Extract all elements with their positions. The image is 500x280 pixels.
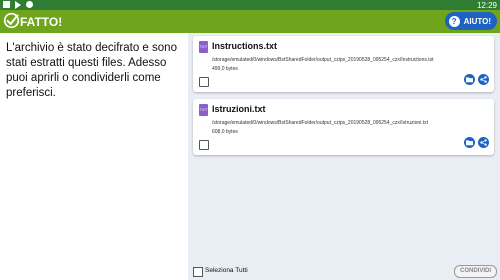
text-file-icon: TXT <box>199 41 208 53</box>
file-checkbox[interactable] <box>199 77 209 87</box>
message-pane: L'archivio è stato decifrato e sono stat… <box>0 33 188 280</box>
folder-icon <box>466 77 473 83</box>
open-folder-button[interactable] <box>464 74 475 85</box>
file-size: 499,0 bytes <box>212 66 238 72</box>
notification-icon <box>3 1 10 8</box>
help-label: AIUTO! <box>463 16 491 26</box>
help-button[interactable]: ? AIUTO! <box>444 12 497 30</box>
app-title: FATTO! <box>20 15 63 29</box>
share-file-button[interactable] <box>478 74 489 85</box>
file-path: /storage/emulated/0/windows/BstSharedFol… <box>212 120 428 126</box>
check-circle-icon <box>3 12 20 29</box>
file-card[interactable]: TXT Instructions.txt /storage/emulated/0… <box>193 36 494 92</box>
folder-icon <box>466 140 473 146</box>
select-all-checkbox[interactable] <box>193 267 203 277</box>
file-name: Istruzioni.txt <box>212 104 266 114</box>
share-file-button[interactable] <box>478 137 489 148</box>
file-size: 608,0 bytes <box>212 129 238 135</box>
status-time: 12:29 <box>476 1 497 10</box>
status-bar: 12:29 <box>0 0 500 10</box>
bottom-bar: Seleziona Tutti CONDIVIDI <box>188 264 500 280</box>
file-list: TXT Instructions.txt /storage/emulated/0… <box>188 33 500 280</box>
open-folder-button[interactable] <box>464 137 475 148</box>
file-path: /storage/emulated/0/windows/BstSharedFol… <box>212 57 434 63</box>
app-bar: FATTO! ? AIUTO! <box>0 10 500 33</box>
help-icon: ? <box>448 15 460 27</box>
share-button[interactable]: CONDIVIDI <box>453 265 497 278</box>
file-checkbox[interactable] <box>199 140 209 150</box>
select-all-label[interactable]: Seleziona Tutti <box>205 267 248 274</box>
share-icon <box>480 76 487 83</box>
sync-icon <box>26 1 33 8</box>
play-store-icon <box>15 1 21 9</box>
file-name: Instructions.txt <box>212 41 278 51</box>
text-file-icon: TXT <box>199 104 208 116</box>
share-icon <box>480 139 487 146</box>
file-card[interactable]: TXT Istruzioni.txt /storage/emulated/0/w… <box>193 99 494 155</box>
result-message: L'archivio è stato decifrato e sono stat… <box>6 42 177 99</box>
